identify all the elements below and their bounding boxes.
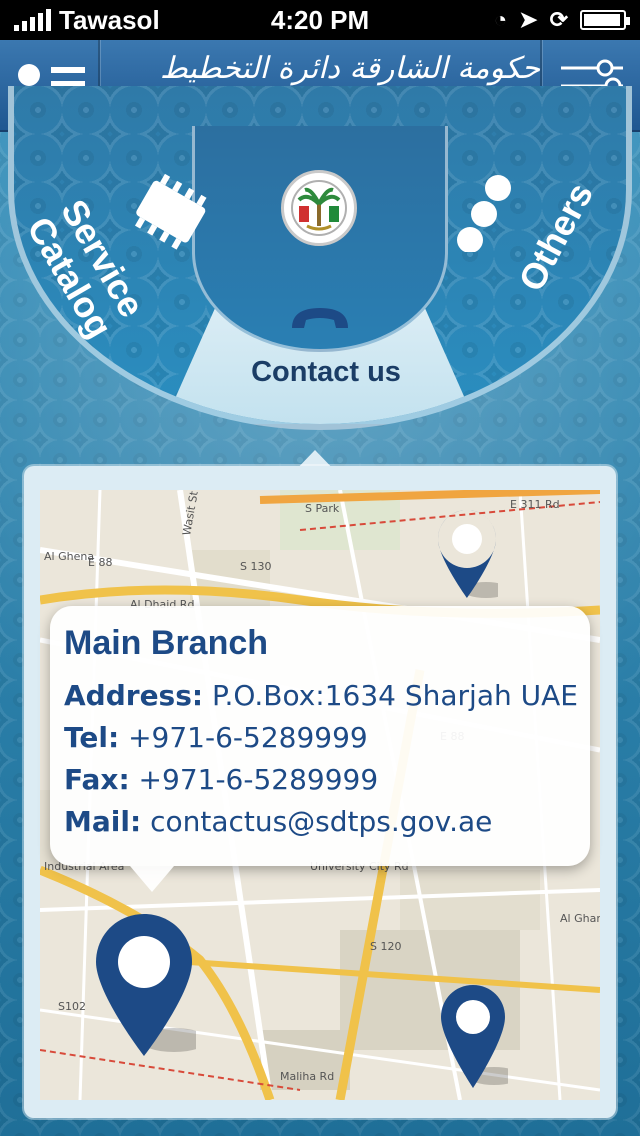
phone-icon (292, 308, 348, 328)
chip-icon (134, 173, 207, 250)
alarm-icon: ◔ (493, 7, 508, 32)
government-emblem (281, 170, 357, 246)
contact-us-label: Contact us (251, 356, 401, 388)
road-label: Al Ghar (560, 912, 600, 925)
carrier-label: Tawasol (59, 4, 160, 35)
branch-name: Main Branch (64, 624, 269, 662)
contact-us-segment[interactable] (200, 296, 452, 406)
road-label: S 130 (240, 560, 271, 573)
dots-icon (457, 175, 511, 252)
road-label: S Park (305, 502, 340, 515)
location-pin-icon[interactable] (436, 508, 498, 600)
tel-label: Tel: (64, 721, 120, 754)
signal-icon (14, 9, 51, 31)
mail-row[interactable]: Mail: contactus@sdtps.gov.ae (64, 801, 576, 843)
road-label: E 311 Rd (510, 498, 560, 511)
branch-info-callout: Main Branch Address: P.O.Box:1634 Sharja… (50, 606, 590, 866)
road-label: S102 (58, 1000, 86, 1013)
road-label: Maliha Rd (280, 1070, 334, 1083)
location-pin-icon[interactable] (438, 982, 508, 1092)
tel-row[interactable]: Tel: +971-6-5289999 (64, 717, 576, 759)
fax-row: Fax: +971-6-5289999 (64, 759, 576, 801)
fax-value: +971-6-5289999 (138, 763, 379, 796)
status-bar: Tawasol 4:20 PM ◔ ➤ ⟳ (0, 0, 640, 40)
location-arrow-icon: ➤ (519, 7, 538, 32)
road-label: Al Ghena (44, 550, 94, 563)
location-pin-icon[interactable] (92, 910, 196, 1060)
fax-label: Fax: (64, 763, 130, 796)
address-label: Address: (64, 679, 204, 712)
address-value: P.O.Box:1634 Sharjah UAE (212, 679, 578, 712)
others-label: Others (510, 175, 601, 298)
service-catalog-segment[interactable]: Service Catalog (19, 160, 220, 360)
address-row: Address: P.O.Box:1634 Sharjah UAE (64, 675, 578, 717)
mail-value[interactable]: contactus@sdtps.gov.ae (150, 805, 492, 838)
mail-label: Mail: (64, 805, 142, 838)
battery-icon (580, 10, 630, 30)
road-label: S 120 (370, 940, 401, 953)
others-segment[interactable]: Others (440, 160, 610, 320)
rotation-lock-icon: ⟳ (549, 7, 568, 32)
tel-value[interactable]: +971-6-5289999 (128, 721, 368, 754)
